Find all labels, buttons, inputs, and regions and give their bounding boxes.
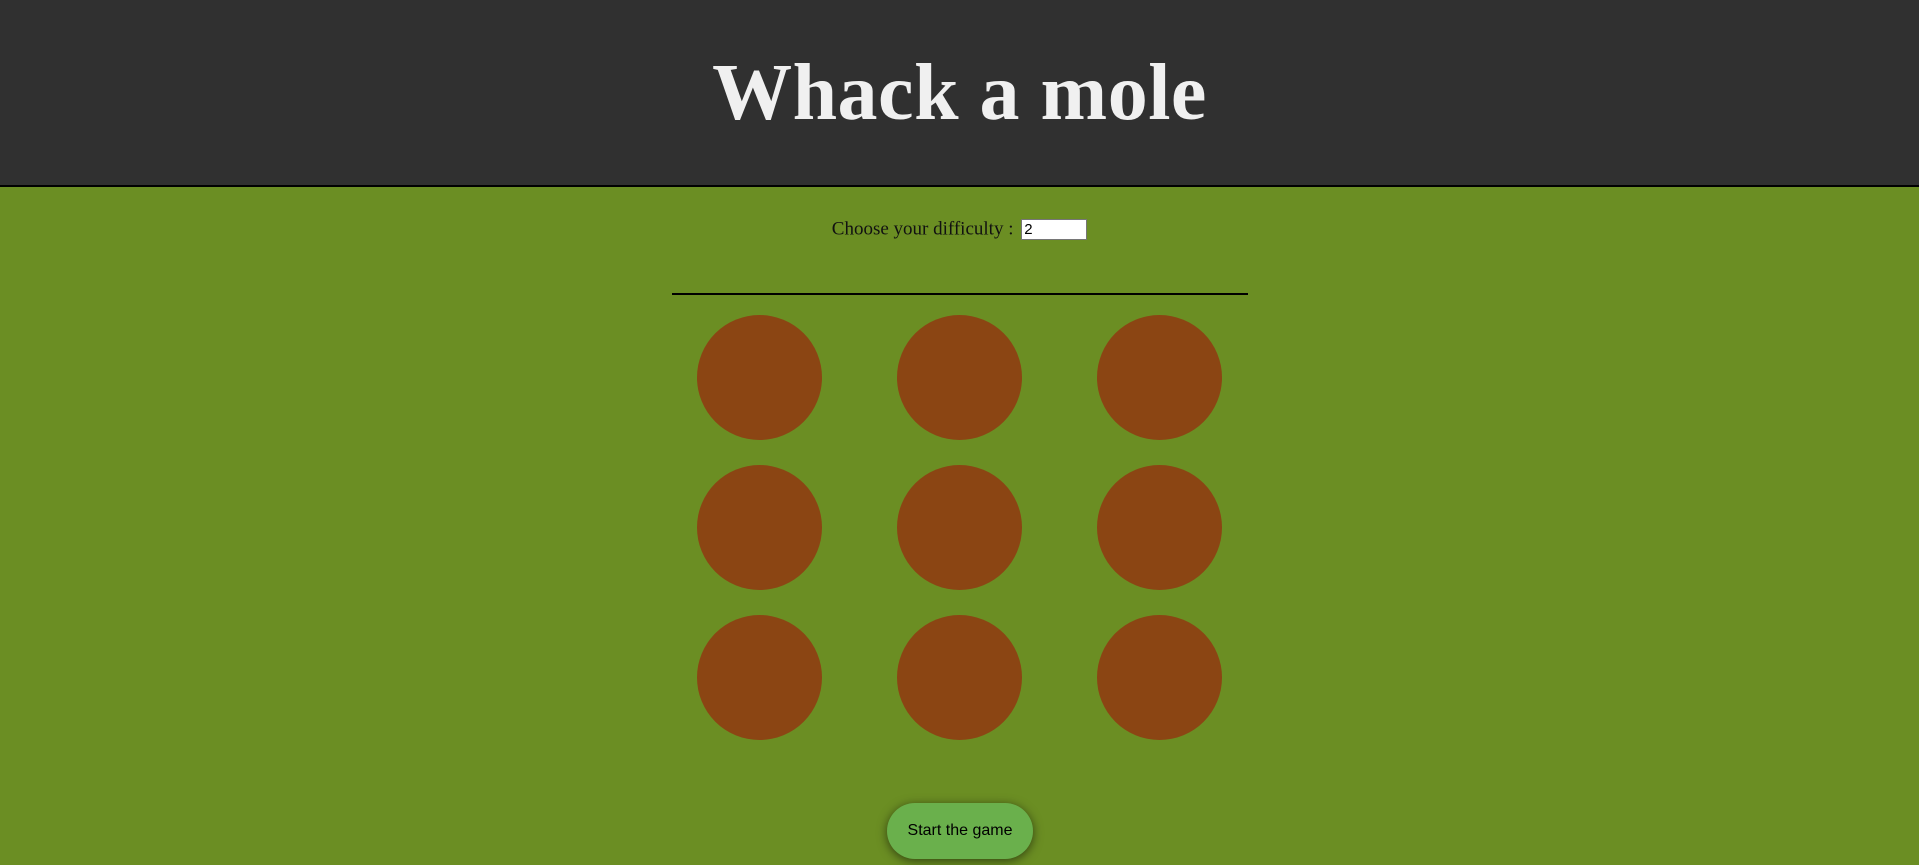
difficulty-input[interactable]: [1021, 219, 1088, 241]
mole-hole-4[interactable]: [697, 465, 822, 590]
mole-hole-1[interactable]: [697, 315, 822, 440]
mole-hole-7[interactable]: [697, 615, 822, 740]
mole-hole-6[interactable]: [1097, 465, 1222, 590]
difficulty-row: Choose your difficulty :: [0, 218, 1919, 241]
page-title: Whack a mole: [712, 48, 1207, 137]
divider: [672, 293, 1248, 295]
mole-hole-8[interactable]: [897, 615, 1022, 740]
header: Whack a mole: [0, 0, 1919, 187]
mole-hole-3[interactable]: [1097, 315, 1222, 440]
mole-hole-5[interactable]: [897, 465, 1022, 590]
mole-hole-9[interactable]: [1097, 615, 1222, 740]
start-game-button[interactable]: Start the game: [887, 803, 1033, 859]
mole-hole-2[interactable]: [897, 315, 1022, 440]
difficulty-label: Choose your difficulty :: [831, 218, 1014, 240]
mole-grid: [697, 315, 1223, 740]
